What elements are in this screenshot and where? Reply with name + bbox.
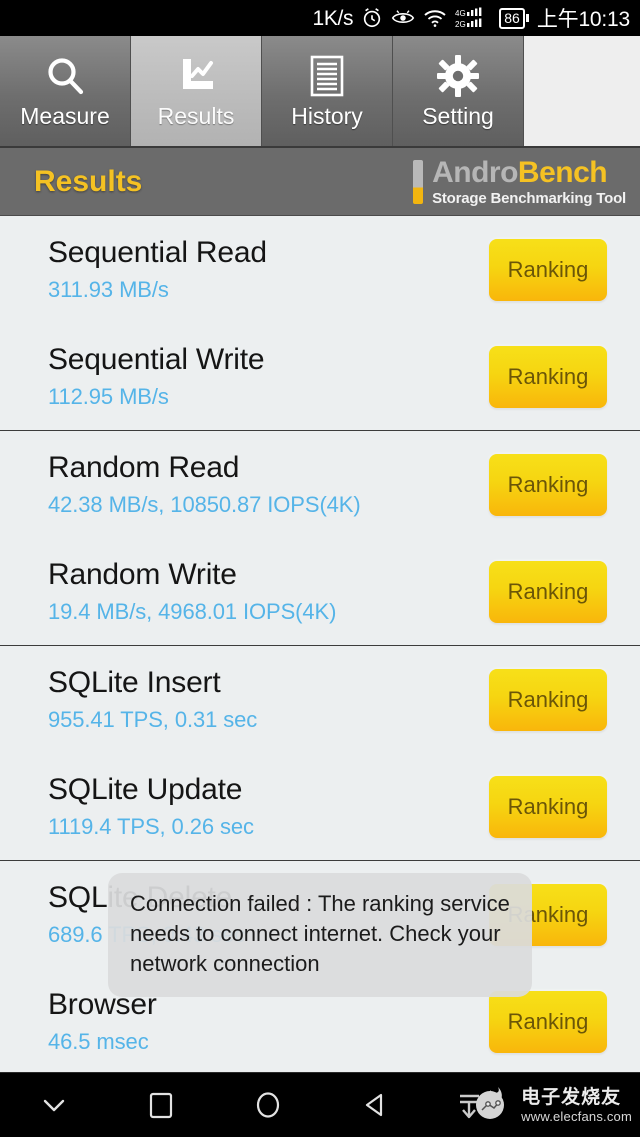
result-group-random: Random Read 42.38 MB/s, 10850.87 IOPS(4K… bbox=[0, 431, 640, 646]
watermark-text: 电子发烧友 www.elecfans.com bbox=[521, 1088, 632, 1123]
result-row[interactable]: Sequential Read 311.93 MB/s Ranking bbox=[0, 216, 640, 323]
result-row[interactable]: SQLite Update 1119.4 TPS, 0.26 sec Ranki… bbox=[0, 753, 640, 860]
row-title: SQLite Insert bbox=[48, 666, 221, 699]
result-row[interactable]: Sequential Write 112.95 MB/s Ranking bbox=[0, 323, 640, 430]
svg-text:2G: 2G bbox=[455, 20, 466, 29]
alarm-icon bbox=[361, 7, 383, 29]
toast-message: Connection failed : The ranking service … bbox=[108, 873, 532, 997]
battery-tip bbox=[525, 14, 529, 22]
page-header: Results AndroBench Storage Benchmarking … bbox=[0, 148, 640, 216]
row-value: 112.95 MB/s bbox=[48, 384, 169, 409]
row-value: 42.38 MB/s, 10850.87 IOPS(4K) bbox=[48, 492, 361, 517]
dual-signal-icon: 4G 2G bbox=[455, 7, 491, 29]
ranking-button[interactable]: Ranking bbox=[489, 775, 607, 838]
row-value: 1119.4 TPS, 0.26 sec bbox=[48, 814, 254, 839]
square-recents-icon[interactable] bbox=[107, 1073, 214, 1137]
ranking-button[interactable]: Ranking bbox=[489, 668, 607, 731]
battery-level-label: 86 bbox=[499, 7, 525, 29]
chevron-down-icon[interactable] bbox=[0, 1073, 107, 1137]
gear-icon bbox=[436, 53, 480, 99]
line-chart-icon bbox=[174, 53, 218, 99]
row-title: Random Write bbox=[48, 558, 237, 591]
brand-name-primary: Andro bbox=[432, 155, 518, 189]
row-value: 46.5 msec bbox=[48, 1029, 149, 1054]
brand-text: AndroBench Storage Benchmarking Tool bbox=[432, 155, 626, 207]
circle-home-icon[interactable] bbox=[214, 1073, 321, 1137]
row-texts: Browser 46.5 msec bbox=[48, 988, 157, 1055]
magnifier-icon bbox=[44, 53, 86, 99]
result-group-sqlite: SQLite Insert 955.41 TPS, 0.31 sec Ranki… bbox=[0, 646, 640, 861]
status-clock: 上午10:13 bbox=[537, 3, 630, 33]
tab-results-label: Results bbox=[157, 102, 235, 129]
battery-indicator: 86 bbox=[499, 7, 529, 29]
row-texts: Sequential Read 311.93 MB/s bbox=[48, 236, 267, 303]
system-navigation-bar: 电子发烧友 www.elecfans.com bbox=[0, 1072, 640, 1137]
tab-bar-spacer bbox=[524, 36, 640, 146]
watermark-url: www.elecfans.com bbox=[521, 1108, 632, 1124]
eye-icon bbox=[391, 9, 415, 27]
row-title: Random Read bbox=[48, 451, 240, 484]
ranking-button[interactable]: Ranking bbox=[489, 453, 607, 516]
ranking-button[interactable]: Ranking bbox=[489, 560, 607, 623]
svg-text:4G: 4G bbox=[455, 9, 466, 18]
row-texts: Sequential Write 112.95 MB/s bbox=[48, 343, 265, 410]
wifi-icon bbox=[423, 8, 447, 28]
triangle-back-icon[interactable] bbox=[321, 1073, 428, 1137]
site-watermark: 电子发烧友 www.elecfans.com bbox=[457, 1085, 632, 1125]
phone-screen: 1K/s 4G 2G 86 上午10:13 Measure Results Hi… bbox=[0, 0, 640, 1137]
elecfans-logo-icon bbox=[457, 1085, 515, 1125]
brand-name: AndroBench bbox=[432, 155, 626, 189]
row-value: 19.4 MB/s, 4968.01 IOPS(4K) bbox=[48, 599, 337, 624]
brand-name-secondary: Bench bbox=[517, 155, 608, 189]
result-row[interactable]: Random Read 42.38 MB/s, 10850.87 IOPS(4K… bbox=[0, 431, 640, 538]
tab-history[interactable]: History bbox=[262, 36, 393, 146]
row-texts: SQLite Insert 955.41 TPS, 0.31 sec bbox=[48, 666, 257, 733]
tab-measure-label: Measure bbox=[20, 102, 110, 129]
ranking-button[interactable]: Ranking bbox=[489, 345, 607, 408]
row-title: Sequential Write bbox=[48, 343, 265, 376]
row-title: Sequential Read bbox=[48, 236, 267, 269]
tab-setting-label: Setting bbox=[422, 102, 494, 129]
row-value: 311.93 MB/s bbox=[48, 277, 169, 302]
clock-label: 上午10:13 bbox=[536, 8, 630, 31]
document-icon bbox=[310, 53, 344, 99]
network-speed-label: 1K/s bbox=[312, 6, 354, 30]
tab-setting[interactable]: Setting bbox=[393, 36, 524, 146]
page-title: Results bbox=[34, 164, 143, 198]
test-tube-icon bbox=[413, 159, 424, 204]
ranking-button[interactable]: Ranking bbox=[489, 238, 607, 301]
ranking-button[interactable]: Ranking bbox=[489, 990, 607, 1053]
androbench-logo: AndroBench Storage Benchmarking Tool bbox=[413, 155, 626, 207]
tab-results[interactable]: Results bbox=[131, 36, 262, 146]
row-texts: Random Write 19.4 MB/s, 4968.01 IOPS(4K) bbox=[48, 558, 336, 625]
network-speed: 1K/s bbox=[312, 8, 353, 29]
brand-tagline: Storage Benchmarking Tool bbox=[432, 189, 626, 207]
row-texts: SQLite Update 1119.4 TPS, 0.26 sec bbox=[48, 773, 254, 840]
tab-measure[interactable]: Measure bbox=[0, 36, 131, 146]
row-title: SQLite Update bbox=[48, 773, 243, 806]
row-texts: Random Read 42.38 MB/s, 10850.87 IOPS(4K… bbox=[48, 451, 361, 518]
result-row[interactable]: Random Write 19.4 MB/s, 4968.01 IOPS(4K)… bbox=[0, 538, 640, 645]
status-bar: 1K/s 4G 2G 86 上午10:13 bbox=[0, 0, 640, 36]
tab-history-label: History bbox=[291, 102, 363, 129]
watermark-brand: 电子发烧友 bbox=[521, 1086, 622, 1108]
result-row[interactable]: SQLite Insert 955.41 TPS, 0.31 sec Ranki… bbox=[0, 646, 640, 753]
tab-bar: Measure Results History Setting bbox=[0, 36, 640, 148]
row-value: 955.41 TPS, 0.31 sec bbox=[48, 707, 258, 732]
result-group-sequential: Sequential Read 311.93 MB/s Ranking Sequ… bbox=[0, 216, 640, 431]
